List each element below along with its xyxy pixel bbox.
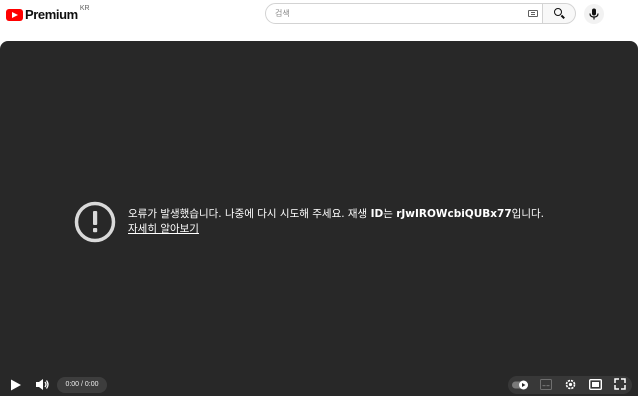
video-player[interactable]: 오류가 발생했습니다. 나중에 다시 시도해 주세요. 재생 ID는 rJwIR… — [0, 41, 638, 396]
error-exclamation-icon — [74, 201, 116, 243]
player-controls: 0:00 / 0:00 — [0, 373, 638, 396]
search-box — [265, 3, 543, 24]
logo-text: Premium — [25, 7, 78, 22]
voice-search-button[interactable] — [584, 4, 604, 24]
learn-more-link[interactable]: 자세히 알아보기 — [128, 221, 199, 236]
settings-gear-icon[interactable] — [564, 378, 577, 391]
error-message: 오류가 발생했습니다. 나중에 다시 시도해 주세요. 재생 ID는 rJwIR… — [128, 206, 544, 221]
youtube-premium-logo[interactable]: Premium KR — [6, 5, 90, 22]
volume-button[interactable] — [35, 378, 50, 391]
masthead: Premium KR — [0, 0, 638, 34]
error-video-id: rJwIROWcbiQUBx77 — [396, 208, 512, 220]
keyboard-icon[interactable] — [528, 10, 538, 17]
error-message-prefix: 오류가 발생했습니다. 나중에 다시 시도해 주세요. 재생 — [128, 208, 371, 220]
time-display: 0:00 / 0:00 — [57, 377, 107, 393]
error-message-suffix: 입니다. — [511, 208, 544, 220]
search-icon — [554, 8, 562, 16]
play-button[interactable] — [10, 379, 22, 391]
youtube-play-icon — [6, 8, 23, 21]
microphone-icon — [589, 8, 599, 20]
autoplay-toggle[interactable] — [512, 380, 530, 390]
search-button[interactable] — [543, 3, 576, 24]
fullscreen-button[interactable] — [614, 378, 626, 390]
theater-mode-button[interactable] — [589, 379, 602, 390]
search-input[interactable] — [275, 6, 515, 20]
error-message-mid: 는 — [383, 208, 397, 220]
region-code: KR — [79, 5, 90, 12]
subtitles-button[interactable] — [540, 379, 552, 390]
error-id-label: ID — [370, 208, 384, 220]
